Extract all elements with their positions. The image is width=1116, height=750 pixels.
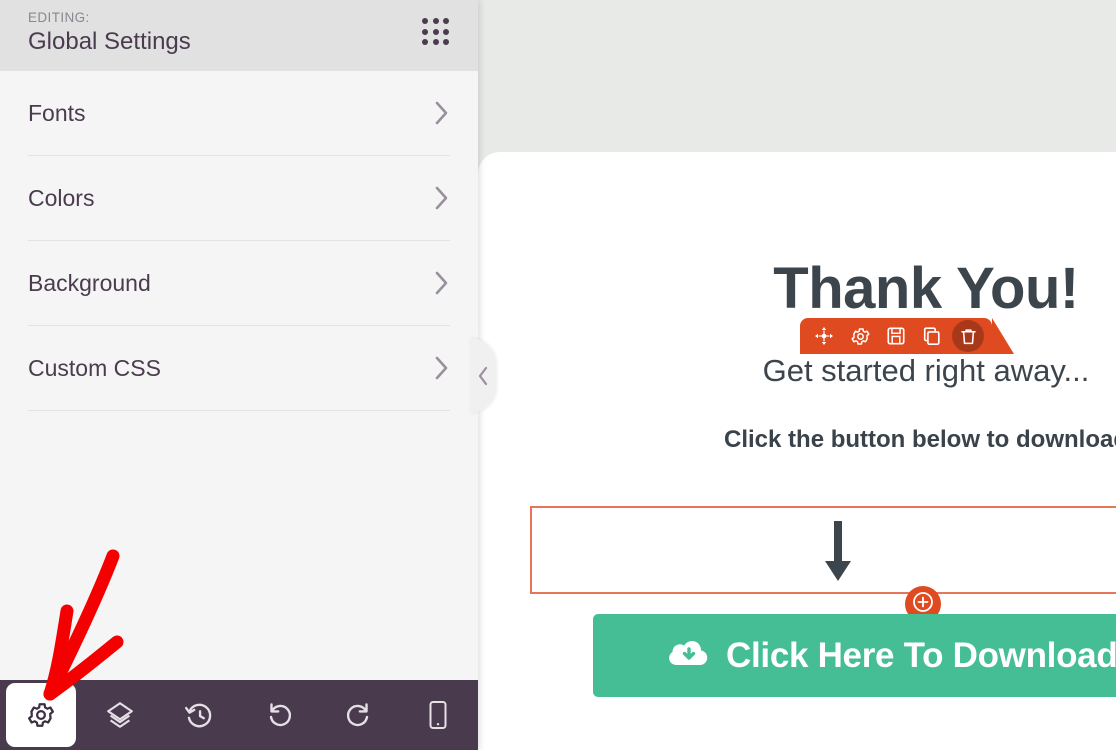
toolbar-settings-button[interactable] <box>6 683 76 747</box>
grid-dots-icon[interactable] <box>422 18 454 50</box>
editor-root: Thank You! Get started right away... Cli… <box>0 0 1116 750</box>
gear-icon <box>26 700 56 730</box>
sidebar-title: Global Settings <box>28 28 191 55</box>
sidebar-item-label: Colors <box>28 184 95 211</box>
sidebar-item-custom-css[interactable]: Custom CSS <box>0 326 478 410</box>
chevron-right-icon <box>434 185 450 211</box>
preview-canvas: Thank You! Get started right away... Cli… <box>478 0 1116 750</box>
editing-label: EDITING: <box>28 10 90 25</box>
module-delete-button[interactable] <box>952 320 984 352</box>
sidebar-item-colors[interactable]: Colors <box>0 156 478 240</box>
layers-icon <box>105 700 135 730</box>
trash-icon <box>959 327 978 346</box>
sidebar-item-label: Background <box>28 269 151 296</box>
chevron-right-icon <box>434 355 450 381</box>
module-save-button[interactable] <box>880 320 912 352</box>
copy-icon <box>922 326 942 346</box>
sidebar-item-label: Fonts <box>28 99 86 126</box>
module-duplicate-button[interactable] <box>916 320 948 352</box>
toolbar-redo-button[interactable] <box>319 680 399 750</box>
editor-bottom-toolbar <box>0 680 478 750</box>
history-clock-icon <box>184 700 214 730</box>
sidebar-item-label: Custom CSS <box>28 354 161 381</box>
sidebar-item-fonts[interactable]: Fonts <box>0 71 478 155</box>
settings-sidebar: EDITING: Global Settings Fonts Colors Ba… <box>0 0 478 750</box>
undo-icon <box>265 701 293 729</box>
download-cta-button[interactable]: Click Here To Download <box>593 614 1116 697</box>
toolbar-layers-button[interactable] <box>80 680 160 750</box>
module-action-toolbar <box>800 318 992 354</box>
toolbar-revisions-button[interactable] <box>159 680 239 750</box>
page-instruction-text: Click the button below to download <box>724 426 1116 453</box>
gear-icon <box>850 326 871 347</box>
selected-module[interactable] <box>530 506 1116 594</box>
toolbar-responsive-button[interactable] <box>398 680 478 750</box>
toolbar-undo-button[interactable] <box>239 680 319 750</box>
menu-divider <box>28 410 450 411</box>
chevron-left-icon <box>477 366 489 386</box>
page-subtitle: Get started right away... <box>762 353 1090 388</box>
sidebar-item-background[interactable]: Background <box>0 241 478 325</box>
module-settings-button[interactable] <box>844 320 876 352</box>
sidebar-header: EDITING: Global Settings <box>0 0 478 71</box>
chevron-right-icon <box>434 100 450 126</box>
move-arrows-icon <box>814 326 834 346</box>
cloud-download-icon <box>668 637 710 674</box>
chevron-right-icon <box>434 270 450 296</box>
floppy-save-icon <box>886 326 906 346</box>
preview-content: Thank You! Get started right away... Cli… <box>478 152 1116 750</box>
page-title: Thank You! <box>773 256 1079 321</box>
preview-page-card: Thank You! Get started right away... Cli… <box>478 152 1116 750</box>
mobile-device-icon <box>425 700 451 730</box>
down-arrow-icon <box>532 508 1116 596</box>
module-move-button[interactable] <box>808 320 840 352</box>
redo-icon <box>345 701 373 729</box>
download-cta-label: Click Here To Download <box>726 635 1116 675</box>
settings-menu: Fonts Colors Background Custom CSS <box>0 71 478 411</box>
